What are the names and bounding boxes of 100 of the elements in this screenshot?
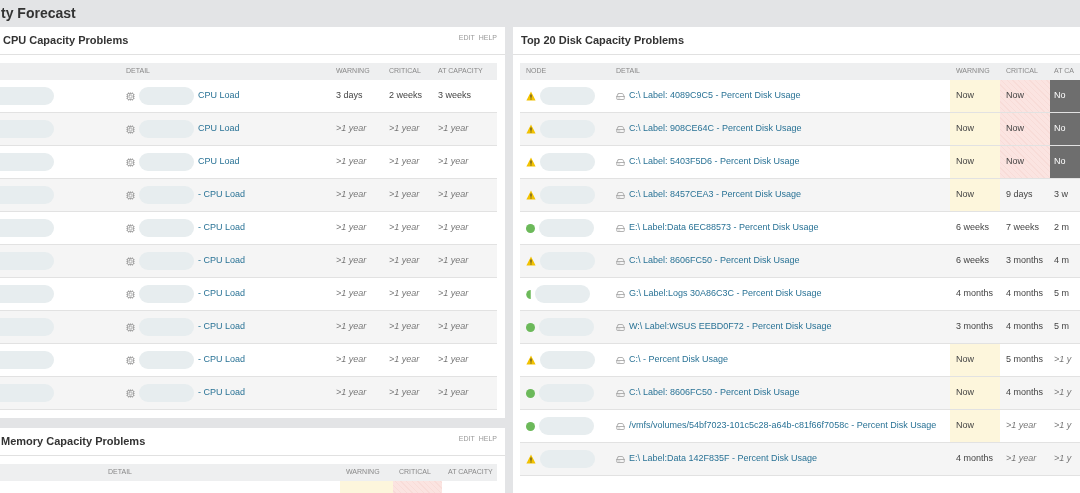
table-cell-text: >1 year [388,353,421,367]
table-cell-text: >1 year [388,287,421,301]
table-cell-text: >1 year [437,221,470,235]
detail-link[interactable]: C:\ - Percent Disk Usage [629,353,729,367]
cpu-icon [126,322,135,332]
cpu-icon [126,124,135,134]
table-cell-text: 4 months [1005,386,1045,400]
redacted-block [535,285,590,303]
table-cell-text: >1 year [335,155,368,169]
table-cell-text: 5 months [1005,353,1045,367]
detail-link[interactable]: - CPU Load [198,221,246,235]
cpu-icon [126,190,135,200]
table-cell-text: 3 w [1053,188,1069,202]
cpu-icon [126,223,135,233]
table-cell-text: >1 year [388,386,421,400]
table-cell-text: 4 m [1053,254,1070,268]
table-cell-text: >1 year [335,320,368,334]
detail-link[interactable]: W:\ Label:WSUS EEBD0F72 - Percent Disk Usage [629,320,832,334]
detail-link[interactable]: CPU Load [198,122,240,136]
table-cell-text: 6 weeks [955,221,991,235]
detail-link[interactable]: G:\ Label:Logs 30A86C3C - Percent Disk Usage [629,287,822,301]
page-title: ty Forecast [1,4,76,23]
table-cell-text: 3 months [1005,254,1045,268]
table-cell: Now [950,344,1000,376]
table-cell: Now [950,80,1000,112]
table-cell-text: >1 year [335,287,368,301]
table-cell-text: >1 year [388,188,421,202]
table-cell-text: 4 months [955,452,995,466]
redacted-block [0,219,54,237]
table-cell: Now [950,377,1000,409]
table-cell-text: 3 months [955,320,995,334]
detail-link[interactable]: - CPU Load [198,287,246,301]
table-cell: No [1050,146,1080,178]
table-cell: No [1050,113,1080,145]
table-cell-text: >1 year [335,353,368,367]
detail-link[interactable]: CPU Load [198,89,240,103]
cpu-icon [126,256,135,266]
table-cell-text: >1 year [437,386,470,400]
detail-link[interactable]: C:\ Label: 8606FC50 - Percent Disk Usage [629,254,800,268]
table-cell-text: >1 year [1005,452,1038,466]
detail-link[interactable]: C:\ Label: 908CE64C - Percent Disk Usage [629,122,802,136]
table-cell-text: 2 weeks [388,89,424,103]
redacted-block [540,351,595,369]
table-cell-text: >1 year [437,353,470,367]
panel-title: CPU Capacity Problems [3,33,129,49]
table-cell: Now [1000,80,1050,112]
cpu-icon [126,157,135,167]
detail-link[interactable]: CPU Load [198,155,240,169]
table-cell-text: >1 year [437,320,470,334]
detail-link[interactable]: - CPU Load [198,353,246,367]
redacted-block [540,87,595,105]
table-cell-text: >1 year [437,122,470,136]
redacted-block [0,87,54,105]
table-cell-text: >1 y [1053,452,1073,466]
table-cell: Now [950,179,1000,211]
detail-link[interactable]: - CPU Load [198,320,246,334]
table-cell-text: >1 year [437,188,470,202]
detail-link[interactable]: E:\ Label:Data 142F835F - Percent Disk Usage [629,452,818,466]
table-cell-text: >1 year [335,386,368,400]
table-cell: Now [950,113,1000,145]
detail-link[interactable]: /vmfs/volumes/54bf7023-101c5c28-a64b-c81f66f7058c - Percent Disk Usage [629,419,937,433]
detail-link[interactable]: C:\ Label: 8606FC50 - Percent Disk Usage [629,386,800,400]
table-cell-text: >1 year [388,320,421,334]
table-cell-text: 3 days [335,89,364,103]
table-cell-text: 6 weeks [955,254,991,268]
table-cell-text: 7 weeks [1005,221,1041,235]
panel-title: Memory Capacity Problems [1,434,146,450]
table-cell-text: >1 year [335,188,368,202]
table-cell-text: >1 year [335,221,368,235]
detail-link[interactable]: E:\ Label:Data 6EC88573 - Percent Disk Usage [629,221,819,235]
table-cell-text: >1 year [437,254,470,268]
table-cell-text: 4 months [955,287,995,301]
detail-link[interactable]: C:\ Label: 8457CEA3 - Percent Disk Usage [629,188,802,202]
table-cell-text: 3 weeks [437,89,473,103]
table-cell-text: >1 year [388,155,421,169]
redacted-block [0,285,54,303]
table-cell-text: >1 year [1005,419,1038,433]
redacted-block [139,285,194,303]
cpu-icon [126,289,135,299]
panel-title: Top 20 Disk Capacity Problems [521,33,685,49]
redacted-block [539,417,594,435]
table-cell-text: 2 m [1053,221,1070,235]
detail-link[interactable]: - CPU Load [198,254,246,268]
redacted-block [0,351,54,369]
detail-link[interactable]: - CPU Load [198,386,246,400]
table-cell-text: >1 year [388,254,421,268]
table-cell-text: >1 year [388,221,421,235]
detail-link[interactable]: - CPU Load [198,188,246,202]
table-cell-text: >1 year [437,287,470,301]
table-cell: Now [950,146,1000,178]
table-cell-text: 9 days [1005,188,1034,202]
table-cell-text: 5 m [1053,320,1070,334]
detail-link[interactable]: C:\ Label: 5403F5D6 - Percent Disk Usage [629,155,800,169]
table-cell-text: >1 year [335,254,368,268]
table-cell-text: >1 y [1053,386,1073,400]
table-cell: Now [1000,146,1050,178]
table-cell-text: >1 y [1053,353,1073,367]
detail-link[interactable]: C:\ Label: 4089C9C5 - Percent Disk Usage [629,89,801,103]
redacted-block [0,153,54,171]
table-cell: No [1050,80,1080,112]
